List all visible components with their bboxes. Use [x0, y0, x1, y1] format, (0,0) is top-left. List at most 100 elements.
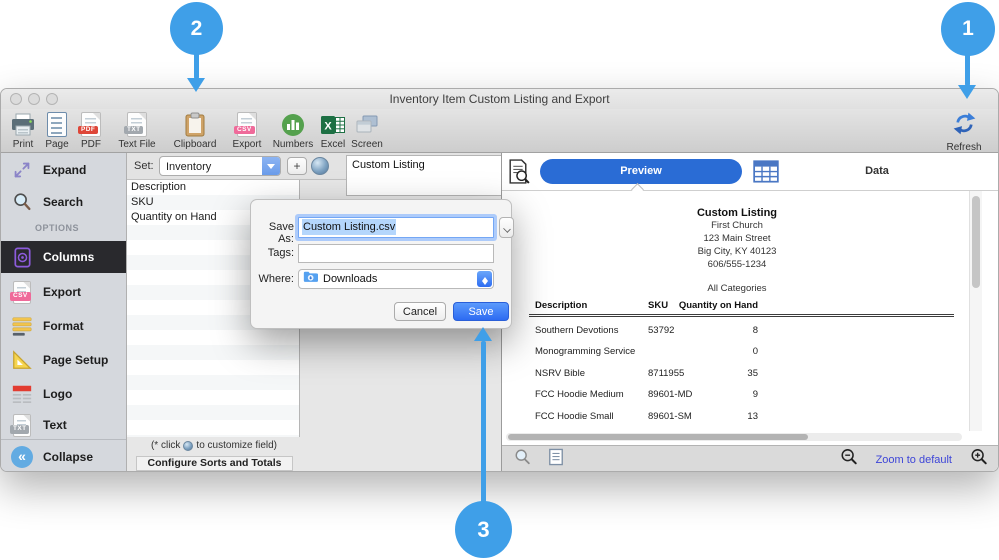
customize-sphere-icon [183, 441, 193, 451]
cancel-button[interactable]: Cancel [394, 302, 446, 321]
toolbar-export-button[interactable]: CSV Export [224, 111, 270, 150]
page-setup-icon [10, 348, 34, 372]
downloads-folder-icon [303, 270, 318, 288]
sidebar-item-columns[interactable]: Columns [1, 241, 126, 273]
titlebar: Inventory Item Custom Listing and Export [1, 89, 998, 109]
callout-2: 2 [170, 2, 223, 55]
add-set-button[interactable]: + [287, 157, 307, 175]
zoom-to-default-link[interactable]: Zoom to default [876, 454, 952, 466]
screenshot-canvas: Inventory Item Custom Listing and Export… [0, 0, 999, 560]
callout-3: 3 [455, 501, 512, 558]
category-label: All Categories [652, 283, 822, 294]
refresh-icon [952, 111, 977, 141]
horizontal-scrollbar[interactable] [506, 433, 962, 441]
table-cell: 0 [672, 346, 758, 357]
logo-icon [10, 382, 34, 406]
tab-preview[interactable]: Preview [540, 159, 742, 184]
toolbar-screen-button[interactable]: Screen [350, 111, 384, 150]
txt-doc-icon: TXT [10, 413, 34, 437]
sidebar: Expand Search OPTIONS Columns CSV Export [1, 153, 127, 472]
sidebar-divider [1, 439, 126, 440]
sidebar-item-collapse[interactable]: Collapse [1, 441, 126, 472]
sidebar-item-search[interactable]: Search [1, 187, 126, 217]
toolbar: Print Page PDF PDF TXT Text File Clipboa… [1, 109, 998, 153]
data-grid-icon[interactable] [752, 158, 780, 191]
callout-3-stem [481, 341, 486, 504]
save-as-input[interactable]: Custom Listing.csv [298, 217, 494, 238]
toolbar-refresh-button[interactable]: Refresh [938, 111, 990, 153]
tags-input[interactable] [298, 244, 494, 263]
vertical-scrollbar[interactable] [969, 191, 982, 431]
toolbar-pdf-button[interactable]: PDF PDF [74, 111, 108, 150]
customize-hint: (* click to customize field) [127, 440, 301, 451]
page-icon [47, 111, 67, 138]
sidebar-item-logo[interactable]: Logo [1, 379, 126, 409]
txt-doc-icon: TXT [127, 111, 147, 138]
report-notes-icon[interactable] [548, 448, 564, 471]
preview-header: Preview Data [502, 153, 999, 191]
save-button[interactable]: Save [453, 302, 509, 321]
pdf-doc-icon: PDF [81, 111, 101, 138]
callout-3-arrow [474, 327, 492, 341]
scrollbar-thumb[interactable] [508, 434, 808, 440]
phone: 606/555-1234 [652, 258, 822, 271]
numbers-icon [280, 111, 306, 138]
customize-field-button[interactable] [311, 157, 329, 175]
excel-icon: X [320, 111, 346, 138]
table-cell: Monogramming Service [535, 346, 635, 357]
set-label: Set: [134, 160, 154, 172]
sidebar-item-page-setup[interactable]: Page Setup [1, 345, 126, 375]
columns-icon [10, 245, 34, 269]
preview-doc-header: Custom Listing First Church 123 Main Str… [652, 207, 822, 294]
address-line: Big City, KY 40123 [652, 245, 822, 258]
sidebar-item-format[interactable]: Format [1, 311, 126, 341]
preview-panel: Preview Data Custom Listing First Church… [501, 153, 999, 472]
zoom-out-icon[interactable] [840, 448, 858, 471]
toolbar-excel-button[interactable]: X Excel [316, 111, 350, 150]
sidebar-options-header: OPTIONS [35, 223, 79, 233]
collapse-icon [10, 445, 34, 469]
sidebar-item-text[interactable]: TXT Text [1, 411, 126, 439]
tags-label: Tags: [251, 247, 294, 259]
preview-doc-icon [505, 158, 532, 190]
table-cell: FCC Hoodie Small [535, 411, 614, 422]
chevron-down-icon[interactable] [262, 157, 280, 175]
preview-title: Custom Listing [652, 207, 822, 219]
callout-2-arrow [187, 78, 205, 92]
sidebar-item-expand[interactable]: Expand [1, 155, 126, 185]
csv-doc-icon: CSV [237, 111, 257, 138]
search-icon [10, 190, 34, 214]
list-item[interactable]: Description [127, 180, 299, 195]
toolbar-textfile-button[interactable]: TXT Text File [108, 111, 166, 150]
expand-dialog-button[interactable] [499, 217, 514, 238]
preview-bottom-bar: Zoom to default [502, 445, 999, 472]
expand-icon [10, 158, 34, 182]
toolbar-numbers-button[interactable]: Numbers [270, 111, 316, 150]
save-as-label: Save As: [251, 221, 294, 245]
table-cell: FCC Hoodie Medium [535, 389, 624, 400]
table-cell: 53792 [648, 325, 674, 336]
scrollbar-thumb[interactable] [972, 196, 980, 288]
where-label: Where: [251, 273, 294, 285]
folder-stepper-icon[interactable] [477, 271, 492, 287]
set-select[interactable]: Inventory [159, 156, 281, 176]
configure-sorts-totals-button[interactable]: Configure Sorts and Totals [136, 456, 293, 471]
listing-name-field[interactable]: Custom Listing [346, 155, 503, 196]
magnifier-icon[interactable] [514, 448, 532, 471]
col-header-description: Description [535, 300, 587, 311]
preview-page: Custom Listing First Church 123 Main Str… [502, 191, 999, 431]
zoom-in-icon[interactable] [970, 448, 988, 471]
toolbar-clipboard-button[interactable]: Clipboard [166, 111, 224, 150]
callout-1-stem [965, 52, 970, 86]
table-cell: NSRV Bible [535, 368, 585, 379]
toolbar-print-button[interactable]: Print [6, 111, 40, 150]
toolbar-page-button[interactable]: Page [40, 111, 74, 150]
tab-data[interactable]: Data [832, 165, 922, 177]
table-cell: 35 [672, 368, 758, 379]
where-select[interactable]: Downloads [298, 269, 494, 289]
csv-doc-icon: CSV [10, 280, 34, 304]
sidebar-item-export[interactable]: CSV Export [1, 277, 126, 307]
save-dialog: Save As: Custom Listing.csv Tags: Where:… [250, 199, 512, 329]
format-icon [10, 314, 34, 338]
callout-1: 1 [941, 2, 995, 56]
